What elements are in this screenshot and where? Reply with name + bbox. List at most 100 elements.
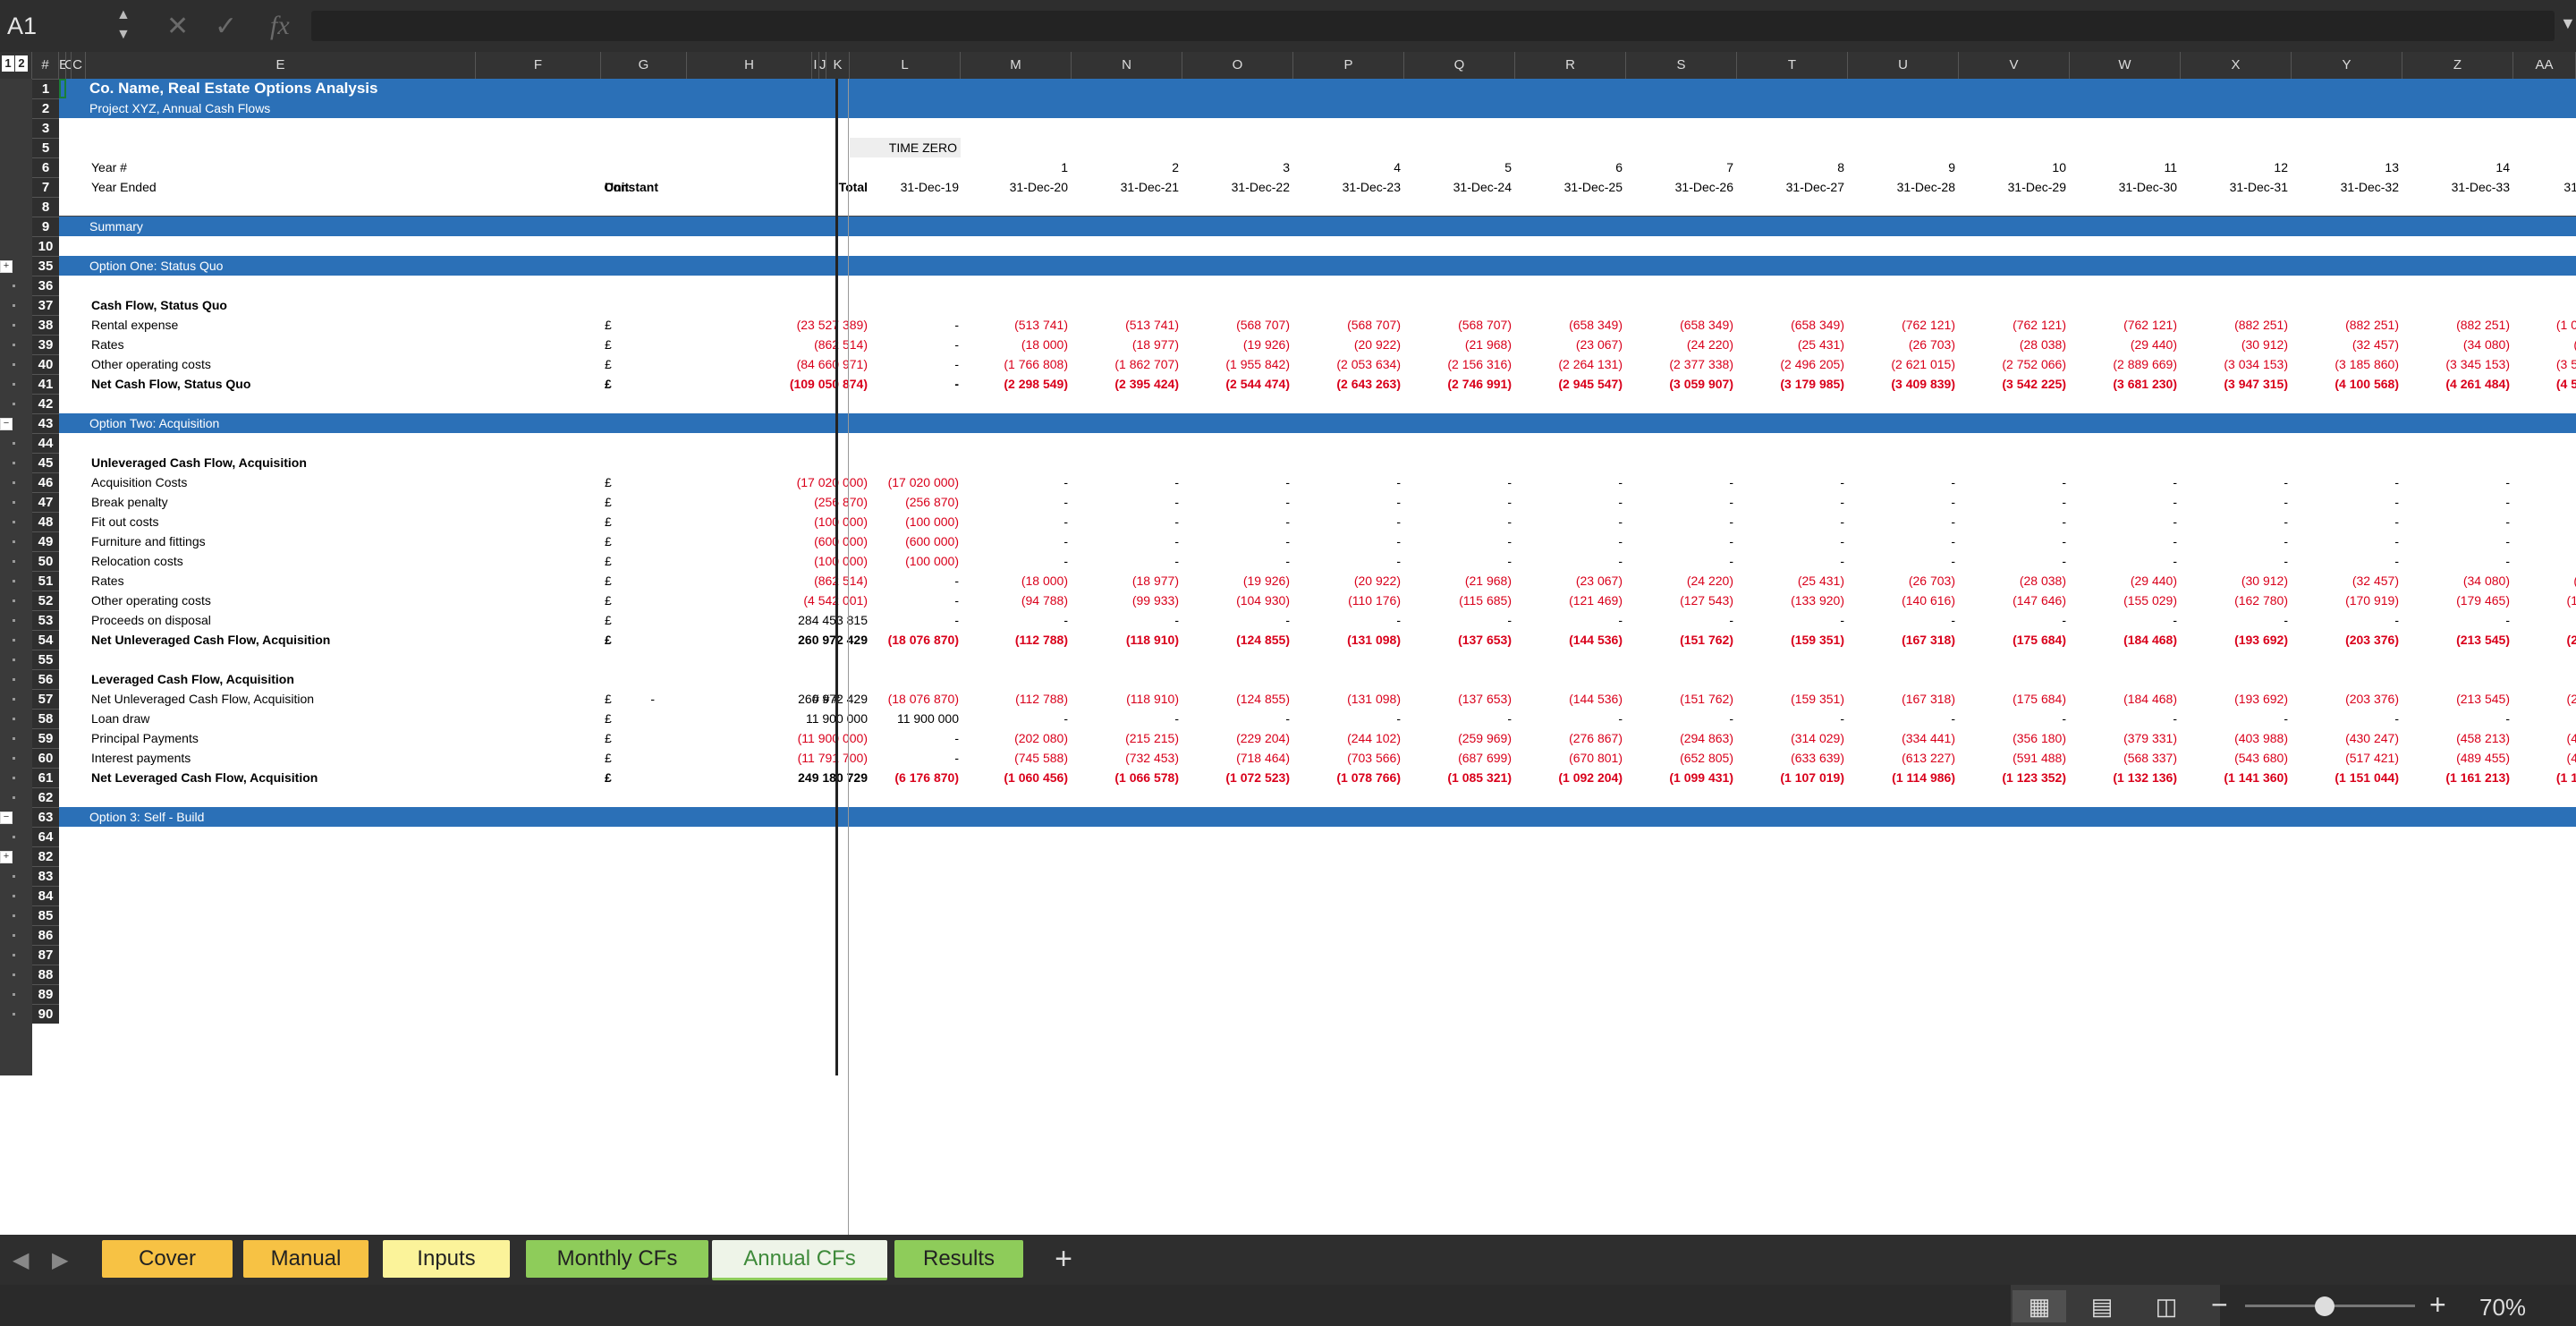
total-cell[interactable]: (100 000) <box>685 551 868 571</box>
unit-cell[interactable]: £ <box>605 630 612 650</box>
value-cell[interactable]: - <box>1848 709 1955 728</box>
row-header[interactable]: 10 <box>32 236 59 256</box>
column-header[interactable]: C <box>70 52 86 79</box>
unit-cell[interactable]: £ <box>605 610 612 630</box>
value-cell[interactable]: - <box>1072 709 1179 728</box>
value-cell[interactable]: (718 464) <box>1182 748 1290 768</box>
value-cell[interactable]: (3 409 839) <box>1848 374 1955 394</box>
value-cell[interactable]: (762 121) <box>1848 315 1955 335</box>
year-cell[interactable]: 2 <box>1072 157 1179 177</box>
year-cell[interactable]: 31-Dec-23 <box>1293 177 1401 197</box>
time-zero-cell[interactable]: - <box>850 748 959 768</box>
value-cell[interactable]: (2 053 634) <box>1293 354 1401 374</box>
value-cell[interactable]: - <box>2292 610 2399 630</box>
time-zero-cell[interactable]: (6 176 870) <box>850 768 959 787</box>
value-cell[interactable] <box>2470 512 2576 531</box>
value-cell[interactable]: (3 059 907) <box>1626 374 1733 394</box>
value-cell[interactable]: (18 000) <box>961 571 1068 591</box>
value-cell[interactable]: (2 <box>2470 689 2576 709</box>
split-divider[interactable] <box>848 79 849 1235</box>
value-cell[interactable] <box>2470 610 2576 630</box>
value-cell[interactable]: - <box>2292 709 2399 728</box>
value-cell[interactable]: (591 488) <box>1959 748 2066 768</box>
value-cell[interactable]: - <box>1293 531 1401 551</box>
value-cell[interactable]: (2 889 669) <box>2070 354 2177 374</box>
value-cell[interactable]: (2 298 549) <box>961 374 1068 394</box>
unit-cell[interactable]: £ <box>605 472 612 492</box>
value-cell[interactable]: - <box>1515 531 1623 551</box>
column-header[interactable]: R <box>1515 52 1626 79</box>
value-cell[interactable]: (2 621 015) <box>1848 354 1955 374</box>
row-header[interactable]: 8 <box>32 197 59 217</box>
value-cell[interactable]: (167 318) <box>1848 689 1955 709</box>
value-cell[interactable]: (2 496 205) <box>1737 354 1844 374</box>
value-cell[interactable]: (193 692) <box>2181 689 2288 709</box>
value-cell[interactable]: (379 331) <box>2070 728 2177 748</box>
value-cell[interactable]: - <box>1293 492 1401 512</box>
column-header[interactable]: # <box>32 52 59 79</box>
value-cell[interactable]: - <box>1626 709 1733 728</box>
value-cell[interactable]: (147 646) <box>1959 591 2066 610</box>
normal-view-icon[interactable]: ▦ <box>2012 1290 2066 1322</box>
value-cell[interactable]: (184 468) <box>2070 630 2177 650</box>
value-cell[interactable]: (2 156 316) <box>1404 354 1512 374</box>
value-cell[interactable] <box>2470 492 2576 512</box>
value-cell[interactable]: (1 107 019) <box>1737 768 1844 787</box>
value-cell[interactable]: (762 121) <box>2070 315 2177 335</box>
value-cell[interactable]: (703 566) <box>1293 748 1401 768</box>
column-header[interactable]: P <box>1293 52 1404 79</box>
value-cell[interactable]: - <box>961 551 1068 571</box>
value-cell[interactable]: - <box>1072 472 1179 492</box>
value-cell[interactable]: (127 543) <box>1626 591 1733 610</box>
value-cell[interactable]: (882 251) <box>2181 315 2288 335</box>
value-cell[interactable]: - <box>1293 610 1401 630</box>
row-header[interactable]: 2 <box>32 98 59 118</box>
unit-cell[interactable]: £ <box>605 571 612 591</box>
year-cell[interactable]: 8 <box>1737 157 1844 177</box>
value-cell[interactable]: (517 421) <box>2292 748 2399 768</box>
value-cell[interactable]: (23 067) <box>1515 335 1623 354</box>
time-zero-cell[interactable]: (100 000) <box>850 551 959 571</box>
chevron-down-icon[interactable]: ▼ <box>2560 14 2576 33</box>
value-cell[interactable]: (159 351) <box>1737 689 1844 709</box>
value-cell[interactable]: - <box>1182 512 1290 531</box>
row-header[interactable]: 55 <box>32 650 59 669</box>
total-cell[interactable]: (17 020 000) <box>685 472 868 492</box>
value-cell[interactable] <box>2470 472 2576 492</box>
value-cell[interactable]: - <box>1737 531 1844 551</box>
time-zero-cell[interactable]: - <box>850 610 959 630</box>
value-cell[interactable]: (1 955 842) <box>1182 354 1290 374</box>
value-cell[interactable]: (184 468) <box>2070 689 2177 709</box>
value-cell[interactable]: - <box>1959 531 2066 551</box>
value-cell[interactable]: (131 098) <box>1293 689 1401 709</box>
column-header[interactable]: Z <box>2402 52 2513 79</box>
value-cell[interactable]: - <box>961 492 1068 512</box>
year-cell[interactable]: 10 <box>1959 157 2066 177</box>
value-cell[interactable]: (137 653) <box>1404 689 1512 709</box>
value-cell[interactable]: (1 060 456) <box>961 768 1068 787</box>
row-header[interactable]: 40 <box>32 354 59 374</box>
column-header[interactable]: J <box>819 52 826 79</box>
constant-cell[interactable]: - <box>547 689 655 709</box>
value-cell[interactable]: - <box>2181 551 2288 571</box>
unit-cell[interactable]: £ <box>605 689 612 709</box>
value-cell[interactable]: - <box>2070 512 2177 531</box>
row-header[interactable]: 52 <box>32 591 59 610</box>
value-cell[interactable]: - <box>1404 472 1512 492</box>
value-cell[interactable]: - <box>2070 492 2177 512</box>
column-header[interactable]: T <box>1737 52 1848 79</box>
value-cell[interactable]: (732 453) <box>1072 748 1179 768</box>
zoom-slider[interactable] <box>2245 1296 2415 1316</box>
row-header[interactable]: 89 <box>32 984 59 1004</box>
row-header[interactable]: 63 <box>32 807 59 827</box>
total-cell[interactable]: (256 870) <box>685 492 868 512</box>
page-layout-view-icon[interactable]: ▤ <box>2075 1290 2129 1322</box>
value-cell[interactable]: (568 707) <box>1182 315 1290 335</box>
value-cell[interactable]: - <box>2292 512 2399 531</box>
value-cell[interactable]: - <box>1848 610 1955 630</box>
value-cell[interactable]: - <box>1072 610 1179 630</box>
value-cell[interactable]: (25 431) <box>1737 571 1844 591</box>
row-header[interactable]: 9 <box>32 217 59 236</box>
total-cell[interactable]: (862 514) <box>685 335 868 354</box>
value-cell[interactable]: (30 912) <box>2181 335 2288 354</box>
